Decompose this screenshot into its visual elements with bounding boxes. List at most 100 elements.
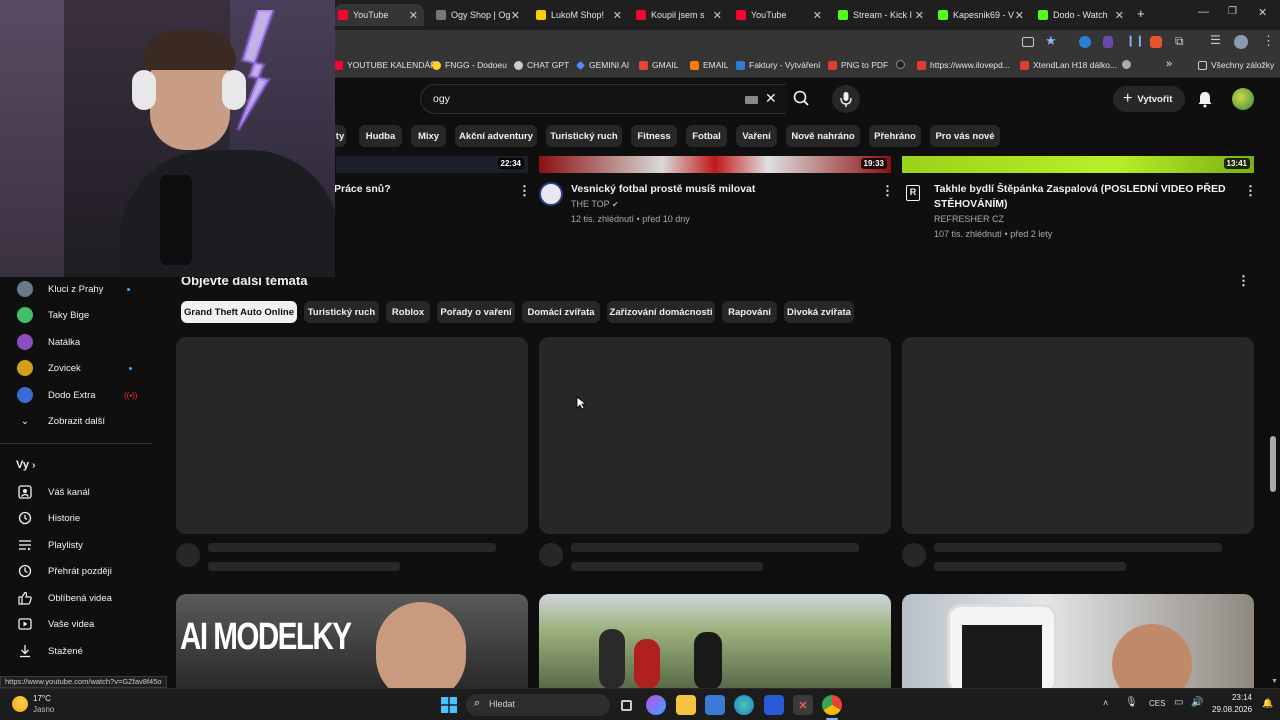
copilot-icon[interactable] [646,695,666,715]
more-options-icon[interactable]: ⋮ [518,184,531,197]
profile-avatar[interactable] [1234,35,1248,49]
chip-gta-online[interactable]: Grand Theft Auto Online [181,301,297,323]
chip-nove-nahrano[interactable]: Nově nahráno [786,125,860,147]
close-icon[interactable]: ✕ [613,9,622,22]
outlook-icon[interactable] [705,695,725,715]
sidebar-item-your-videos[interactable]: Vaše videa [0,611,152,637]
weather-temperature[interactable]: 17°C [33,694,51,703]
bookmark-globe[interactable] [1122,60,1135,69]
sidebar-item-watch-later[interactable]: Přehrát později [0,558,152,584]
page-scrollbar-thumb[interactable] [1270,436,1276,492]
chip-roblox[interactable]: Roblox [386,301,430,323]
video-thumbnail[interactable]: 19:33 [539,156,891,173]
video-title[interactable]: Práce snů? [334,182,391,197]
sidebar-item-channel[interactable]: Váš kanál [0,479,152,505]
store-icon[interactable] [764,695,784,715]
close-icon[interactable]: ✕ [915,9,924,22]
bookmark-fngg[interactable]: FNGG - Dodoeu [432,60,507,70]
chip-domaci-zvirata[interactable]: Domácí zvířata [522,301,600,323]
sidebar-you-heading[interactable]: Vy › [16,459,35,471]
tab-youtube-active[interactable]: YouTube ✕ [334,4,424,26]
restore-icon[interactable]: ❐ [1228,6,1237,17]
extension-icon[interactable] [1103,36,1113,48]
tab-search-icon[interactable]: ☰ [1210,33,1221,47]
extensions-puzzle-icon[interactable]: ⧉ [1175,34,1184,49]
keyboard-icon[interactable] [745,96,758,104]
tray-microphone-icon[interactable]: 🎙 [1125,697,1138,708]
voice-search-button[interactable] [832,85,860,113]
sidebar-item-zovicek[interactable]: Zovicek [0,355,152,381]
tab-lukom-shop[interactable]: LukoM Shop! ✕ [532,4,628,26]
chip-prehrano[interactable]: Přehráno [869,125,921,147]
video-thumbnail[interactable]: 13:41 [902,156,1254,173]
bookmarks-more-button[interactable]: » [1166,58,1172,70]
bookmark-gemini[interactable]: GEMINI AI [576,60,629,70]
video-title-line2[interactable]: STĚHOVÁNÍM) [934,197,1008,212]
sidebar-item-playlists[interactable]: Playlisty [0,532,152,558]
chip-vareni[interactable]: Vaření [736,125,777,147]
chip-divoka-zvirata[interactable]: Divoká zvířata [784,301,854,323]
network-icon[interactable]: ▭ [1174,697,1183,708]
volume-icon[interactable]: 🔊 [1191,697,1203,708]
close-icon[interactable]: ✕ [409,9,418,22]
sidebar-item-kluci-z-prahy[interactable]: Kluci z Prahy [0,276,152,302]
bookmark-png-to-pdf[interactable]: PNG to PDF [828,60,888,70]
bookmark-unnamed[interactable] [896,60,909,69]
channel-avatar[interactable] [539,182,563,206]
file-explorer-icon[interactable] [676,695,696,715]
video-thumbnail-kiosk[interactable] [902,594,1254,688]
clock-time[interactable]: 23:14 [1226,693,1252,702]
bookmark-gmail[interactable]: GMAIL [639,60,678,70]
sidebar-item-history[interactable]: Historie [0,505,152,531]
more-options-icon[interactable]: ⋮ [881,184,894,197]
chip-rapovani[interactable]: Rapování [722,301,777,323]
extension-icon[interactable] [1150,36,1162,48]
chip-fotbal[interactable]: Fotbal [686,125,727,147]
notifications-button[interactable] [1196,90,1214,113]
video-thumbnail-ai-modelky[interactable]: AI MODELKY [176,594,528,688]
bookmark-star-icon[interactable]: ★ [1045,33,1057,49]
video-thumbnail[interactable]: 22:34 [336,156,528,173]
tab-ogy-shop[interactable]: Ogy Shop | Og ✕ [432,4,526,26]
bookmark-faktury[interactable]: Faktury - Vytváření [736,60,820,70]
scroll-down-arrow[interactable]: ▼ [1271,678,1278,685]
bookmark-yt-calendar[interactable]: YOUTUBE KALENDÁŘ [334,60,436,70]
taskbar-search-box[interactable]: ⌕ Hledat [466,694,610,716]
extension-icon[interactable] [1079,36,1091,48]
close-icon[interactable]: ✕ [511,9,520,22]
tab-koupil[interactable]: Koupil jsem s ✕ [632,4,728,26]
install-app-icon[interactable] [1022,37,1034,47]
sidebar-item-taky-bige[interactable]: Taky Bige [0,302,152,328]
refresher-channel-avatar[interactable]: R [906,185,920,201]
close-icon[interactable]: ✕ [813,9,822,22]
chip-turisticky-ruch-2[interactable]: Turistický ruch [304,301,379,323]
bookmark-ilovepdf[interactable]: https://www.ilovepd... [917,60,1010,70]
search-button[interactable] [786,84,818,114]
video-title[interactable]: Takhle bydlí Štěpánka Zaspalová (POSLEDN… [934,182,1226,197]
sidebar-show-more[interactable]: ⌄ Zobrazit další [0,408,152,434]
close-icon[interactable]: ✕ [1015,9,1024,22]
tab-kick-stream[interactable]: Stream - Kick I ✕ [834,4,930,26]
minimize-icon[interactable]: — [1198,6,1209,18]
tab-kapesnik[interactable]: Kapesnik69 - V ✕ [934,4,1030,26]
task-view-icon[interactable] [616,695,636,715]
chip-cut[interactable]: ty [334,125,346,147]
more-options-icon[interactable]: ⋮ [1244,184,1257,197]
app-icon[interactable]: ✕ [793,695,813,715]
channel-name[interactable]: REFRESHER CZ [934,214,1004,224]
windows-start-icon[interactable] [439,695,459,715]
chip-porady-o-vareni[interactable]: Pořady o vaření [437,301,515,323]
new-tab-button[interactable]: + [1137,6,1145,21]
sidebar-item-natalka[interactable]: Natálka [0,329,152,355]
chip-pro-vas-nove[interactable]: Pro vás nové [930,125,1000,147]
chrome-menu-icon[interactable]: ⋮ [1262,33,1275,49]
media-icon[interactable]: ❙❙ [1126,34,1144,47]
bookmark-xtendlan[interactable]: XtendLan H18 dálko... [1020,60,1117,70]
tray-overflow-icon[interactable]: ˄ [1103,698,1108,708]
close-icon[interactable]: ✕ [713,9,722,22]
sidebar-item-liked-videos[interactable]: Oblíbená videa [0,585,152,611]
weather-moon-icon[interactable] [12,696,28,712]
create-button[interactable]: + Vytvořit [1113,86,1185,112]
clear-search-icon[interactable]: ✕ [765,90,777,107]
bookmark-chatgpt[interactable]: CHAT GPT [514,60,569,70]
